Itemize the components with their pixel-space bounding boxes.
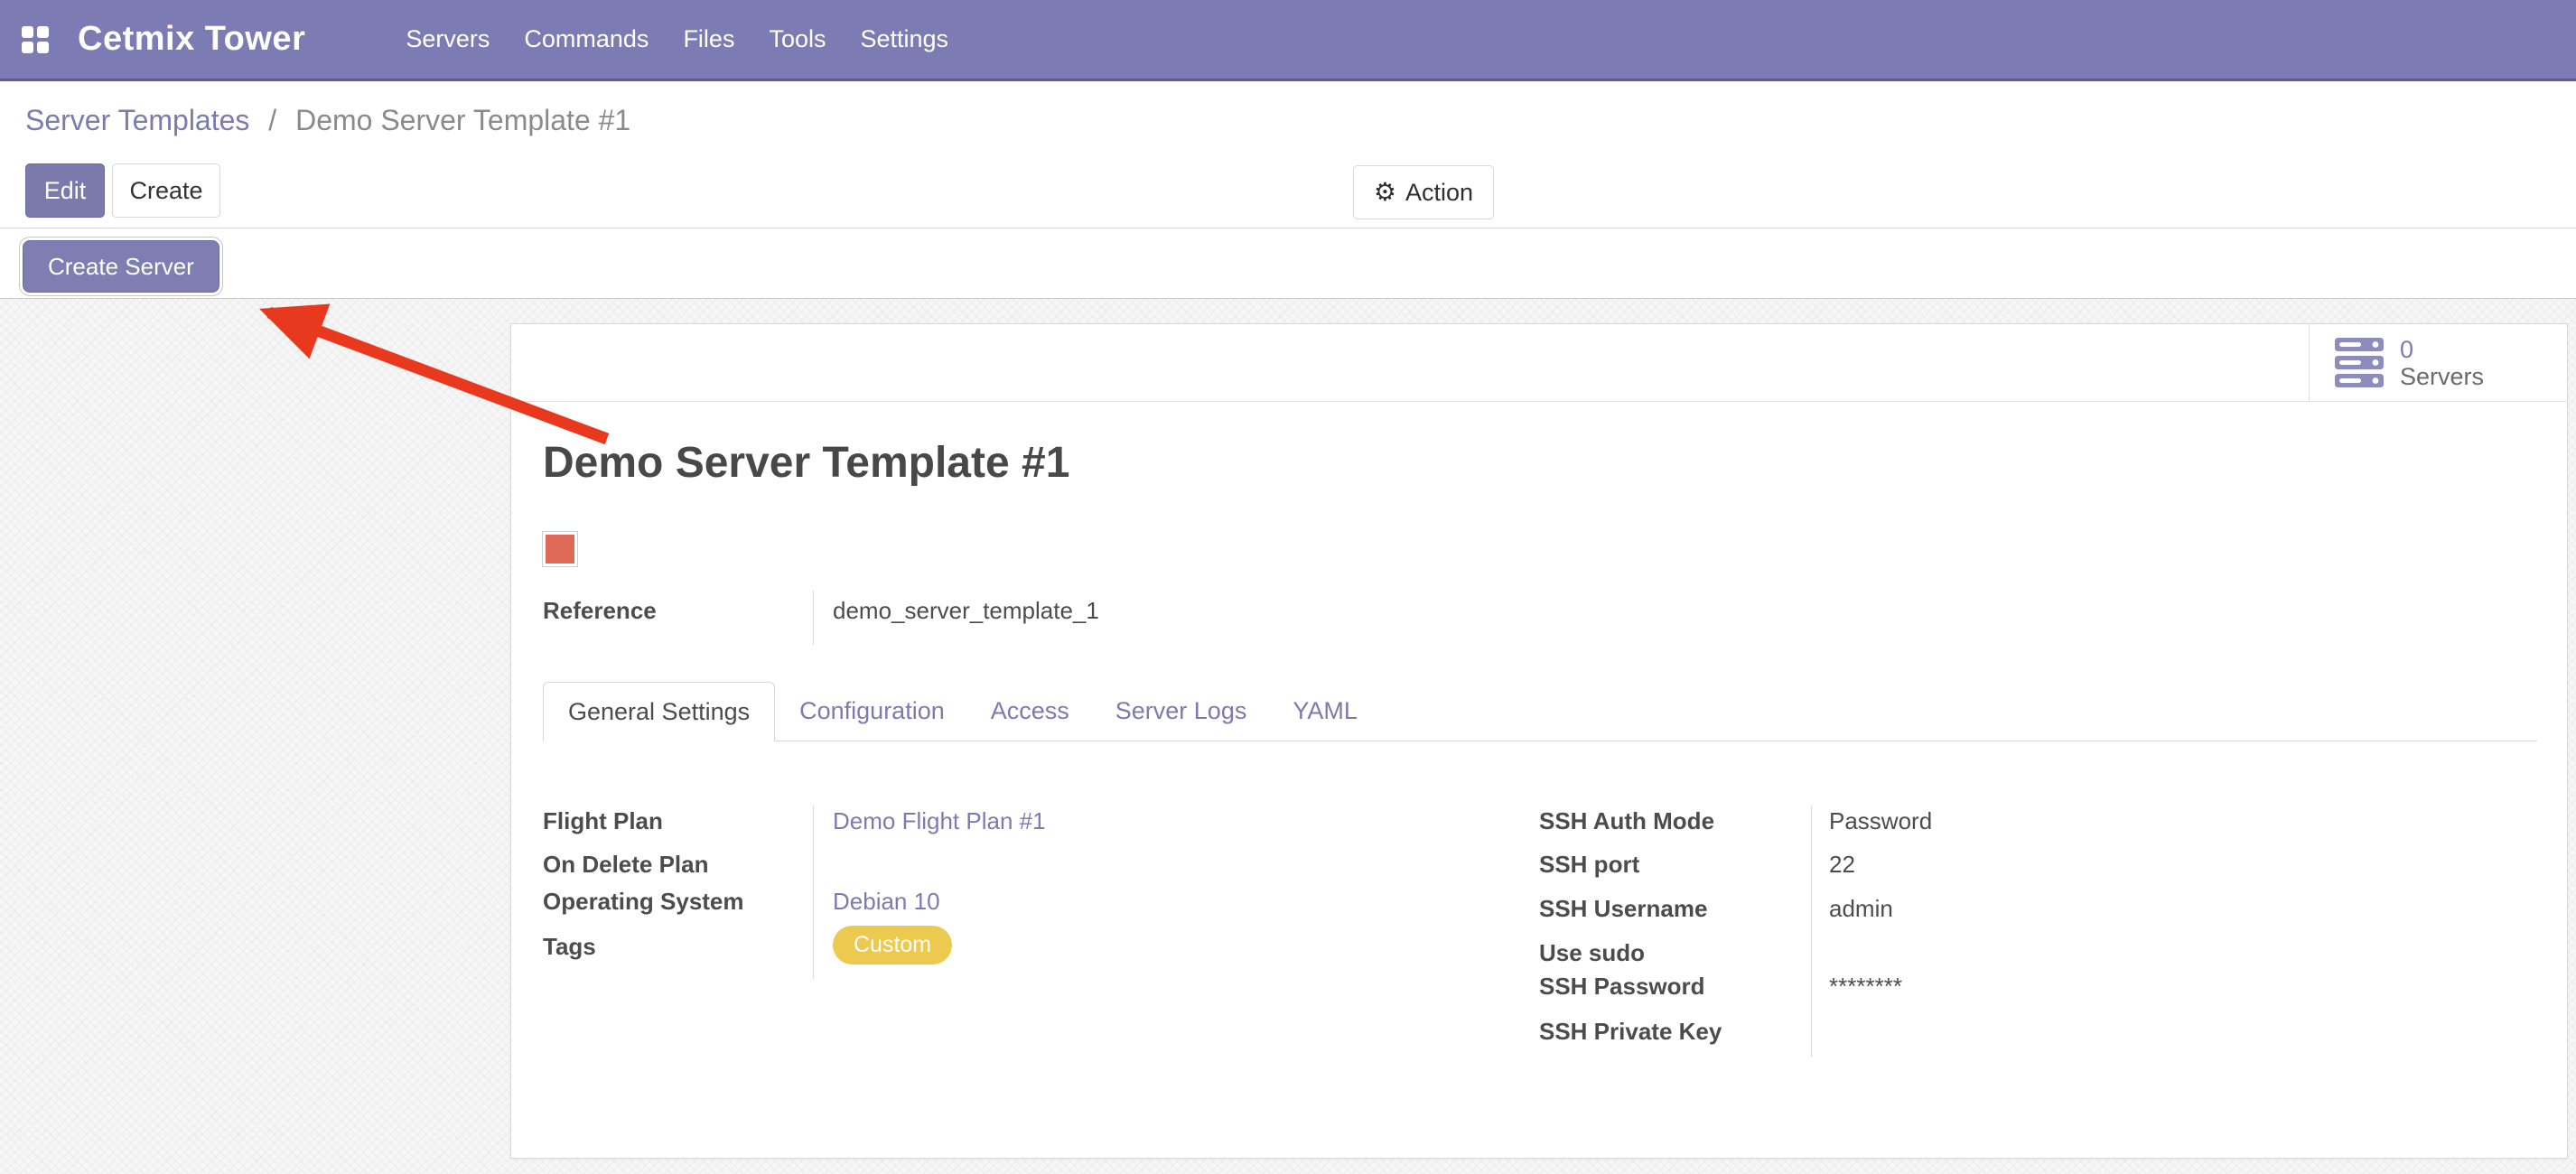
field-value-ssh-auth-mode: Password bbox=[1829, 807, 1932, 835]
field-label-ssh-auth-mode: SSH Auth Mode bbox=[1539, 807, 1714, 835]
field-label-ssh-private-key: SSH Private Key bbox=[1539, 1018, 1722, 1046]
field-label-ssh-port: SSH port bbox=[1539, 851, 1639, 879]
color-swatch bbox=[543, 532, 577, 566]
apps-grid-square bbox=[22, 26, 33, 38]
field-separator bbox=[813, 806, 814, 979]
menu-item-settings[interactable]: Settings bbox=[843, 25, 966, 53]
action-menu-button[interactable]: ⚙ Action bbox=[1353, 165, 1494, 219]
tab-configuration[interactable]: Configuration bbox=[799, 682, 945, 741]
main-menu: Servers Commands Files Tools Settings bbox=[388, 25, 966, 53]
apps-grid-icon[interactable] bbox=[22, 26, 49, 53]
edit-button[interactable]: Edit bbox=[25, 163, 105, 218]
field-value-flight-plan[interactable]: Demo Flight Plan #1 bbox=[833, 807, 1046, 835]
tab-general-settings[interactable]: General Settings bbox=[543, 682, 775, 741]
field-label-use-sudo: Use sudo bbox=[1539, 939, 1645, 967]
stat-value: 0 bbox=[2400, 336, 2484, 363]
field-separator bbox=[1811, 806, 1812, 1057]
menu-item-servers[interactable]: Servers bbox=[388, 25, 507, 53]
field-label-flight-plan: Flight Plan bbox=[543, 807, 663, 835]
action-menu-label: Action bbox=[1405, 179, 1473, 207]
field-value-reference: demo_server_template_1 bbox=[833, 597, 1099, 625]
menu-item-commands[interactable]: Commands bbox=[507, 25, 666, 53]
menu-item-tools[interactable]: Tools bbox=[751, 25, 843, 53]
breadcrumb: Server Templates / Demo Server Template … bbox=[25, 104, 630, 137]
breadcrumb-parent-link[interactable]: Server Templates bbox=[25, 104, 249, 136]
create-button[interactable]: Create bbox=[112, 163, 220, 218]
field-label-ssh-username: SSH Username bbox=[1539, 895, 1707, 923]
menu-item-files[interactable]: Files bbox=[666, 25, 751, 53]
field-value-operating-system[interactable]: Debian 10 bbox=[833, 888, 940, 916]
stat-label: Servers bbox=[2400, 363, 2484, 390]
breadcrumb-current: Demo Server Template #1 bbox=[295, 104, 630, 136]
field-value-ssh-port: 22 bbox=[1829, 851, 1855, 879]
tab-access[interactable]: Access bbox=[991, 682, 1069, 741]
field-label-operating-system: Operating System bbox=[543, 888, 744, 916]
field-value-ssh-password: ******** bbox=[1829, 973, 1902, 1001]
field-separator bbox=[813, 591, 814, 645]
field-label-on-delete-plan: On Delete Plan bbox=[543, 851, 709, 879]
page: Cetmix Tower Servers Commands Files Tool… bbox=[0, 0, 2576, 1174]
field-label-reference: Reference bbox=[543, 597, 657, 625]
server-template-form-card: 0 Servers Demo Server Template #1 Refere… bbox=[510, 323, 2568, 1159]
tab-server-logs[interactable]: Server Logs bbox=[1115, 682, 1247, 741]
form-header: 0 Servers bbox=[511, 324, 2567, 402]
field-label-ssh-password: SSH Password bbox=[1539, 973, 1705, 1001]
apps-grid-square bbox=[37, 26, 49, 38]
record-title: Demo Server Template #1 bbox=[543, 438, 1069, 488]
top-navbar: Cetmix Tower Servers Commands Files Tool… bbox=[0, 0, 2576, 81]
gear-icon: ⚙ bbox=[1374, 180, 1396, 205]
apps-grid-square bbox=[22, 42, 33, 53]
create-server-button[interactable]: Create Server bbox=[23, 240, 219, 293]
server-actions-toolbar: Create Server bbox=[0, 228, 2576, 299]
app-brand[interactable]: Cetmix Tower bbox=[78, 20, 305, 59]
stat-text: 0 Servers bbox=[2400, 336, 2484, 390]
control-panel: Server Templates / Demo Server Template … bbox=[0, 81, 2576, 228]
breadcrumb-separator: / bbox=[268, 104, 276, 136]
apps-grid-square bbox=[37, 42, 49, 53]
server-rack-icon bbox=[2335, 338, 2384, 388]
tag-badge-custom[interactable]: Custom bbox=[833, 926, 952, 964]
servers-stat-button[interactable]: 0 Servers bbox=[2309, 324, 2567, 401]
tab-yaml[interactable]: YAML bbox=[1293, 682, 1358, 741]
notebook-tabs: General Settings Configuration Access Se… bbox=[543, 682, 2537, 741]
field-label-tags: Tags bbox=[543, 933, 596, 961]
field-value-ssh-username: admin bbox=[1829, 895, 1893, 923]
